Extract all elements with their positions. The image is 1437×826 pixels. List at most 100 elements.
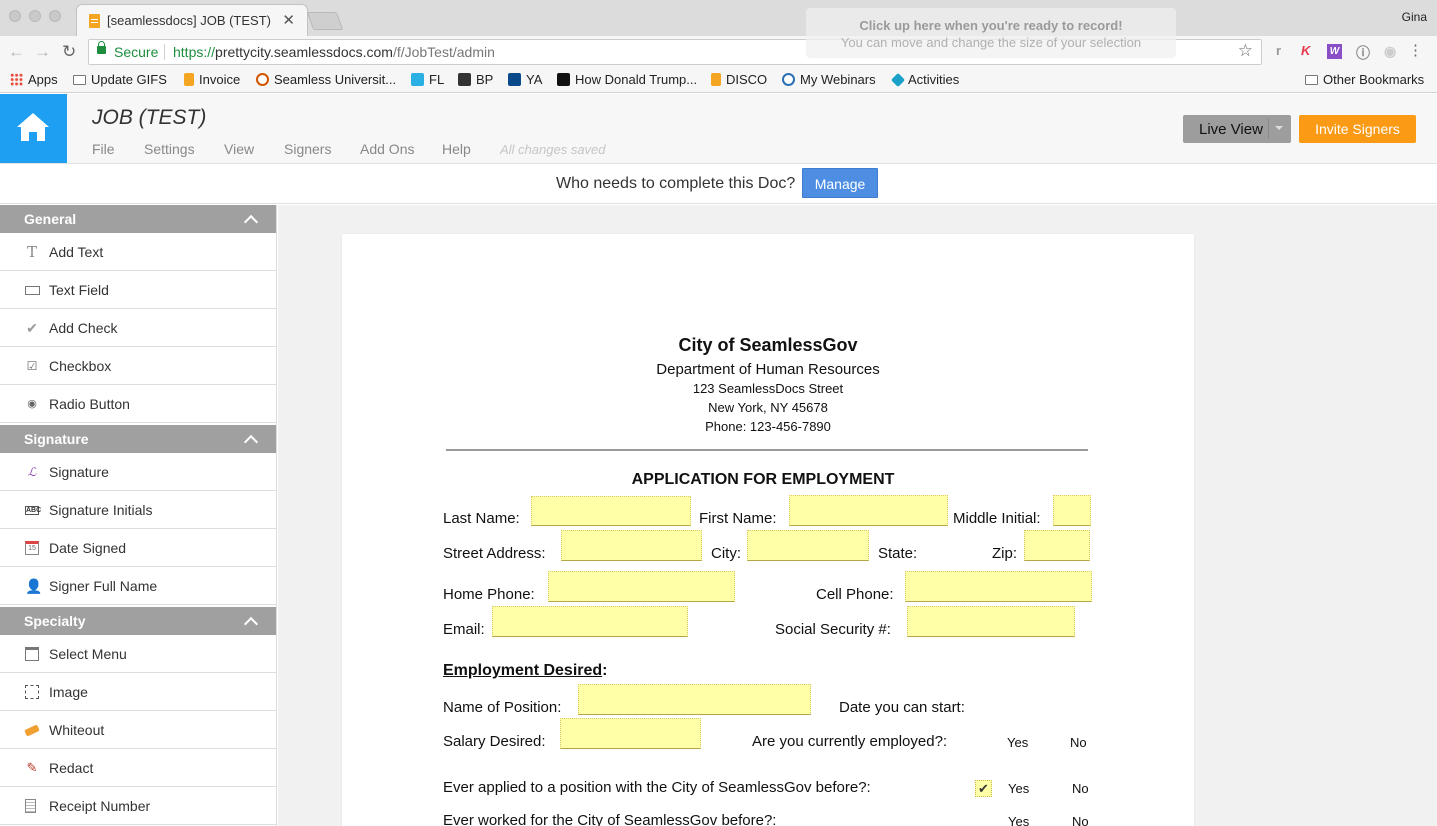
street-address-field[interactable] [561,530,702,561]
form-title: APPLICATION FOR EMPLOYMENT [631,471,895,488]
document-canvas[interactable]: City of SeamlessGov Department of Human … [278,205,1437,826]
manage-button[interactable]: Manage [802,168,878,198]
cell-phone-field[interactable] [905,571,1092,602]
bookmark-label: Seamless Universit... [274,72,397,87]
menu-help[interactable]: Help [442,141,471,157]
extension-w-icon[interactable]: W [1327,44,1342,59]
tool-label: Checkbox [49,358,112,374]
close-tab-icon[interactable]: ✕ [282,11,295,29]
invite-signers-button[interactable]: Invite Signers [1299,115,1416,143]
tool-select-menu[interactable]: Select Menu [0,635,276,673]
tool-checkbox[interactable]: ☑ Checkbox [0,347,276,385]
tool-add-check[interactable]: ✔ Add Check [0,309,276,347]
salary-field[interactable] [560,718,701,749]
employed-yes-option[interactable]: Yes [1007,735,1028,750]
email-field[interactable] [492,606,688,637]
menu-signers[interactable]: Signers [284,141,331,157]
bookmark-ya[interactable]: YA [508,72,542,87]
document-icon [184,73,194,86]
section-header-general[interactable]: General [0,205,276,233]
extension-k-icon[interactable]: K [1301,43,1310,58]
browser-tab[interactable]: [seamlessdocs] JOB (TEST) - a ✕ [76,4,308,36]
home-button[interactable] [0,94,67,163]
bookmark-update-gifs[interactable]: Update GIFS [73,72,167,87]
chevron-down-icon[interactable] [1275,126,1283,130]
city-field[interactable] [747,530,869,561]
shield-icon[interactable]: ◉ [1384,43,1396,60]
close-window-button[interactable] [9,10,21,22]
position-field[interactable] [578,684,811,715]
new-tab-button[interactable] [306,12,344,30]
bookmark-fl[interactable]: FL [411,72,444,87]
chevron-up-icon[interactable] [243,434,259,450]
bookmark-activities[interactable]: Activities [890,72,959,87]
tool-whiteout[interactable]: Whiteout [0,711,276,749]
first-name-field[interactable] [789,495,948,526]
tool-signer-full-name[interactable]: 👤 Signer Full Name [0,567,276,605]
extension-r-icon[interactable]: r [1276,43,1281,58]
menu-view[interactable]: View [224,141,254,157]
profile-name[interactable]: Gina [1402,10,1427,24]
receipt-icon [25,799,36,813]
ssn-field[interactable] [907,606,1075,637]
bookmark-donald-trump[interactable]: How Donald Trump... [557,72,697,87]
zip-field[interactable] [1024,530,1090,561]
zoom-window-button[interactable] [49,10,61,22]
employed-no-option[interactable]: No [1070,735,1087,750]
document-title[interactable]: JOB (TEST) [92,106,206,130]
tab-title: [seamlessdocs] JOB (TEST) - a [107,13,275,28]
last-name-field[interactable] [531,496,691,526]
activities-icon [890,72,906,87]
worked-no-option[interactable]: No [1072,814,1089,826]
section-header-signature[interactable]: Signature [0,425,276,453]
bookmark-my-webinars[interactable]: My Webinars [782,72,876,87]
chevron-up-icon[interactable] [243,616,259,632]
tool-add-text[interactable]: T Add Text [0,233,276,271]
tool-date-signed[interactable]: 15 Date Signed [0,529,276,567]
worked-before-label: Ever worked for the City of SeamlessGov … [443,812,777,826]
tool-redact[interactable]: ✎ Redact [0,749,276,787]
applied-no-option[interactable]: No [1072,781,1089,796]
bookmark-apps[interactable]: Apps [10,72,58,87]
info-icon[interactable]: ⓘ [1356,43,1370,63]
menu-add-ons[interactable]: Add Ons [360,141,414,157]
back-icon[interactable]: ← [8,42,25,62]
bookmark-bp[interactable]: BP [458,72,493,87]
chevron-up-icon[interactable] [243,214,259,230]
menu-settings[interactable]: Settings [144,141,195,157]
phone-line: Phone: 123-456-7890 [705,419,831,434]
recorder-prompt[interactable]: Click up here when you're ready to recor… [806,8,1176,58]
tool-signature-initials[interactable]: ABC Signature Initials [0,491,276,529]
tool-label: Image [49,684,88,700]
menu-file[interactable]: File [92,141,115,157]
applied-yes-checkbox[interactable]: ✔ [975,780,992,797]
reload-icon[interactable]: ↻ [62,42,76,62]
minimize-window-button[interactable] [29,10,41,22]
tool-signature[interactable]: ℒ Signature [0,453,276,491]
tool-receipt-number[interactable]: Receipt Number [0,787,276,825]
section-header-specialty[interactable]: Specialty [0,607,276,635]
tool-label: Whiteout [49,722,105,738]
forward-icon[interactable]: → [34,42,51,62]
radio-icon: ◉ [27,398,37,410]
apps-grid-icon [10,73,23,86]
first-name-label: First Name: [699,510,777,527]
bookmark-invoice[interactable]: Invoice [184,72,240,87]
live-view-button[interactable]: Live View [1183,115,1291,143]
bookmark-seamless-university[interactable]: Seamless Universit... [256,72,396,87]
tool-text-field[interactable]: Text Field [0,271,276,309]
recorder-line-2: You can move and change the size of your… [840,35,1142,50]
bookmark-disco[interactable]: DISCO [711,72,767,87]
tool-radio-button[interactable]: ◉ Radio Button [0,385,276,423]
tool-image[interactable]: Image [0,673,276,711]
applied-yes-option[interactable]: Yes [1008,781,1029,796]
worked-yes-option[interactable]: Yes [1008,814,1029,826]
tool-label: Date Signed [49,540,127,556]
bookmark-star-icon[interactable]: ☆ [1238,41,1253,61]
bookmark-other[interactable]: Other Bookmarks [1305,72,1424,87]
menu-kebab-icon[interactable]: ⋮ [1408,41,1423,59]
middle-initial-field[interactable] [1053,495,1091,526]
eraser-icon [24,724,40,737]
home-phone-field[interactable] [548,571,735,602]
document-icon [89,14,100,28]
